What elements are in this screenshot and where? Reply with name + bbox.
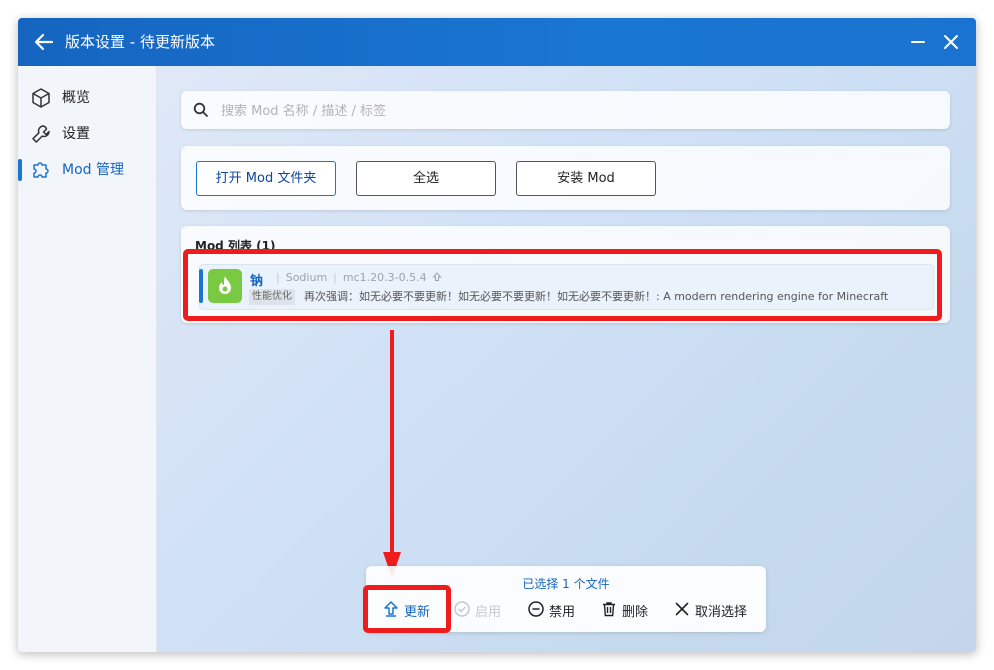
selected-indicator [199,269,203,303]
sidebar-item-settings[interactable]: 设置 [18,118,156,150]
install-mod-button[interactable]: 安装 Mod [516,161,656,196]
search-icon [193,102,208,117]
cancel-selection-button[interactable]: 取消选择 [673,598,759,620]
search-input[interactable] [219,99,923,123]
mod-tag: 性能优化 [249,289,295,305]
flame-icon [208,269,242,303]
minus-circle-icon [528,601,544,617]
close-button[interactable] [939,30,963,54]
enable-button[interactable]: 启用 [453,598,513,620]
delete-label: 删除 [622,605,649,620]
puzzle-icon [33,162,49,178]
minimize-icon [911,41,925,43]
search-bar [181,91,950,129]
disable-label: 禁用 [549,605,576,620]
update-label: 更新 [404,605,431,620]
list-item[interactable]: 钠 | Sodium | mc1.20.3-0.5.4 性能优化 再次强调：如无必要不… [199,264,934,310]
title-bar: 版本设置 - 待更新版本 [18,18,976,66]
toolbar: 打开 Mod 文件夹 全选 安装 Mod [181,146,950,210]
wrench-icon [32,125,50,143]
action-panel: 已选择 1 个文件 更新 启用 禁用 删除 取消选择 [366,566,766,632]
mod-english-name: Sodium [285,271,328,284]
sidebar-item-label: 设置 [62,126,90,142]
enable-label: 启用 [475,605,502,620]
mod-version: mc1.20.3-0.5.4 [342,271,427,284]
cancel-selection-label: 取消选择 [695,605,748,620]
select-all-button[interactable]: 全选 [356,161,496,196]
close-icon [944,35,958,49]
open-mod-folder-button[interactable]: 打开 Mod 文件夹 [196,161,336,196]
window-title: 版本设置 - 待更新版本 [65,33,215,51]
mod-list-title: Mod 列表 (1) [195,239,276,253]
check-circle-icon [454,601,470,617]
sidebar-item-label: Mod 管理 [62,162,124,178]
disable-button[interactable]: 禁用 [527,598,587,620]
back-button[interactable] [32,30,56,54]
cube-icon [32,88,50,108]
update-button[interactable]: 更新 [382,598,452,620]
update-available-icon [432,272,442,281]
sidebar-item-overview[interactable]: 概览 [18,82,156,114]
minimize-button[interactable] [906,30,930,54]
delete-button[interactable]: 删除 [600,598,660,620]
selected-count: 已选择 1 个文件 [522,577,610,591]
main-content: 打开 Mod 文件夹 全选 安装 Mod Mod 列表 (1) 钠 |Sodiu… [157,66,976,652]
sidebar-item-mod-management[interactable]: Mod 管理 [18,154,156,186]
mod-name: 钠 [250,274,264,289]
close-icon [675,602,689,616]
active-indicator [18,159,22,181]
arrow-left-icon [34,33,54,51]
app-window: 版本设置 - 待更新版本 概览 设置 Mod 管理 搜索 Mod 名称 / 描述… [18,18,976,652]
trash-icon [603,602,615,617]
upload-arrow-icon [384,601,398,617]
sidebar: 概览 设置 Mod 管理 [18,66,157,652]
mod-list: Mod 列表 (1) 钠 | Sodium | mc1.20.3-0.5.4 性能优化… [181,226,950,323]
mod-meta: | Sodium | mc1.20.3-0.5.4 [270,271,442,284]
mod-description: 再次强调：如无必要不要更新！如无必要不要更新！如无必要不要更新！: A mode… [304,290,889,303]
sidebar-item-label: 概览 [62,90,90,106]
